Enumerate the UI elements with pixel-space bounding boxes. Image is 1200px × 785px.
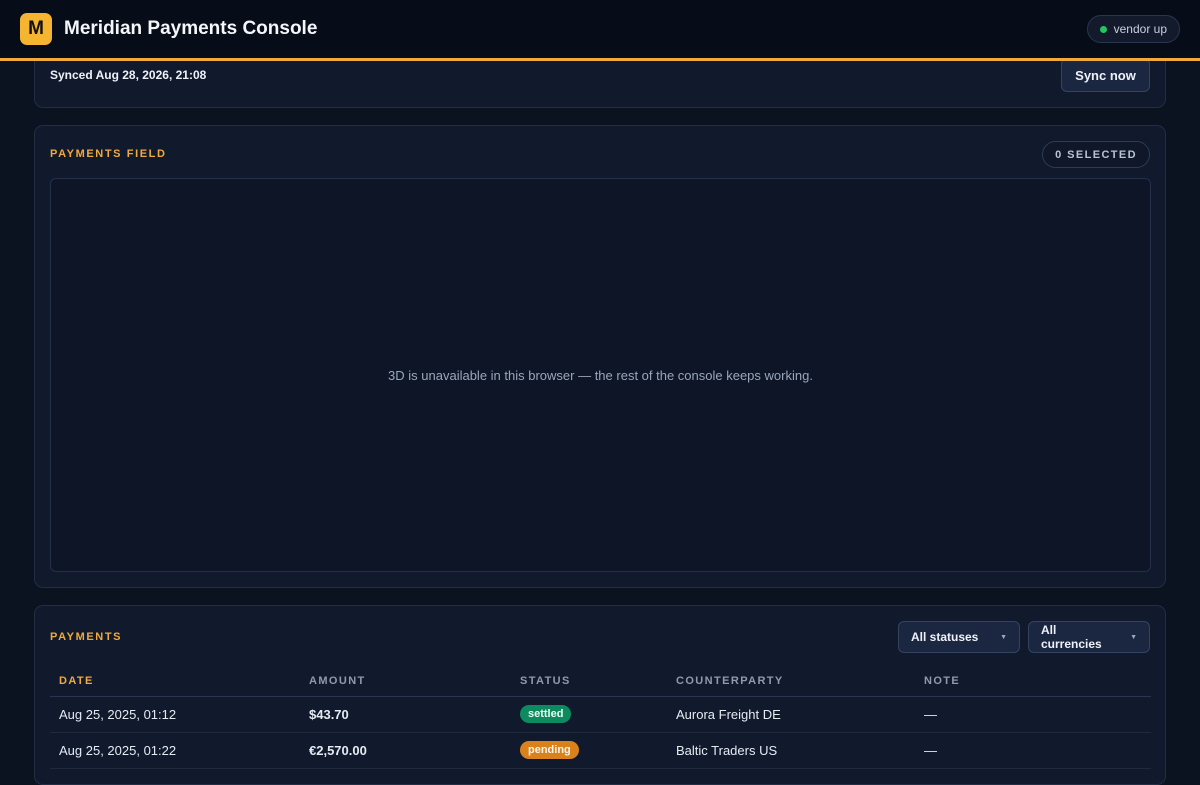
table-row[interactable]: Aug 25, 2025, 01:22 €2,570.00 pending Ba…	[50, 732, 1151, 769]
table-row[interactable]: Aug 25, 2025, 01:12 $43.70 settled Auror…	[50, 696, 1151, 733]
3d-viewport[interactable]: 3D is unavailable in this browser — the …	[50, 178, 1151, 572]
status-filter-select[interactable]: All statuses ▼	[898, 621, 1020, 653]
payments-field-title: PAYMENTS FIELD	[50, 148, 167, 160]
cell-amount: €2,570.00	[300, 732, 511, 769]
app-title: Meridian Payments Console	[64, 18, 318, 39]
payments-field-card: PAYMENTS FIELD 0 SELECTED 3D is unavaila…	[34, 125, 1166, 588]
payments-card: PAYMENTS All statuses ▼ All currencies ▼…	[34, 605, 1166, 785]
currency-filter-select[interactable]: All currencies ▼	[1028, 621, 1150, 653]
payments-title: PAYMENTS	[50, 631, 123, 643]
status-dot-icon	[1099, 25, 1107, 33]
column-header-counterparty[interactable]: COUNTERPARTY	[667, 666, 915, 697]
cell-counterparty: Baltic Traders US	[667, 732, 915, 769]
top-bar: M Meridian Payments Console vendor up	[0, 0, 1200, 61]
vendor-status-label: vendor up	[1113, 22, 1167, 36]
column-header-amount[interactable]: AMOUNT	[300, 666, 511, 697]
currency-filter-value: All currencies	[1041, 623, 1102, 651]
cell-status: pending	[511, 732, 667, 769]
selected-count-badge: 0 SELECTED	[1042, 141, 1150, 168]
cell-note: —	[915, 696, 1151, 733]
column-header-status[interactable]: STATUS	[511, 666, 667, 697]
app-logo: M	[20, 13, 52, 45]
vendor-status-badge: vendor up	[1086, 15, 1180, 43]
cell-date: Aug 25, 2025, 01:12	[50, 696, 300, 733]
cell-status: settled	[511, 696, 667, 733]
column-header-note[interactable]: NOTE	[915, 666, 1151, 697]
status-badge: settled	[520, 705, 572, 723]
table-header-row: DATE AMOUNT STATUS COUNTERPARTY NOTE	[50, 666, 1151, 697]
sync-now-button[interactable]: Sync now	[1061, 58, 1150, 92]
cell-counterparty: Aurora Freight DE	[667, 696, 915, 733]
status-badge: pending	[520, 741, 579, 759]
cell-amount: $43.70	[300, 696, 511, 733]
column-header-date[interactable]: DATE	[50, 666, 300, 697]
status-filter-value: All statuses	[911, 630, 979, 644]
payments-table: DATE AMOUNT STATUS COUNTERPARTY NOTE Aug…	[50, 666, 1151, 769]
chevron-down-icon: ▼	[1000, 633, 1007, 641]
viewport-unavailable-message: 3D is unavailable in this browser — the …	[388, 367, 813, 383]
cell-note: —	[915, 732, 1151, 769]
cell-date: Aug 25, 2025, 01:22	[50, 732, 300, 769]
sync-status-text: Synced Aug 28, 2026, 21:08	[50, 68, 207, 82]
chevron-down-icon: ▼	[1130, 633, 1137, 641]
